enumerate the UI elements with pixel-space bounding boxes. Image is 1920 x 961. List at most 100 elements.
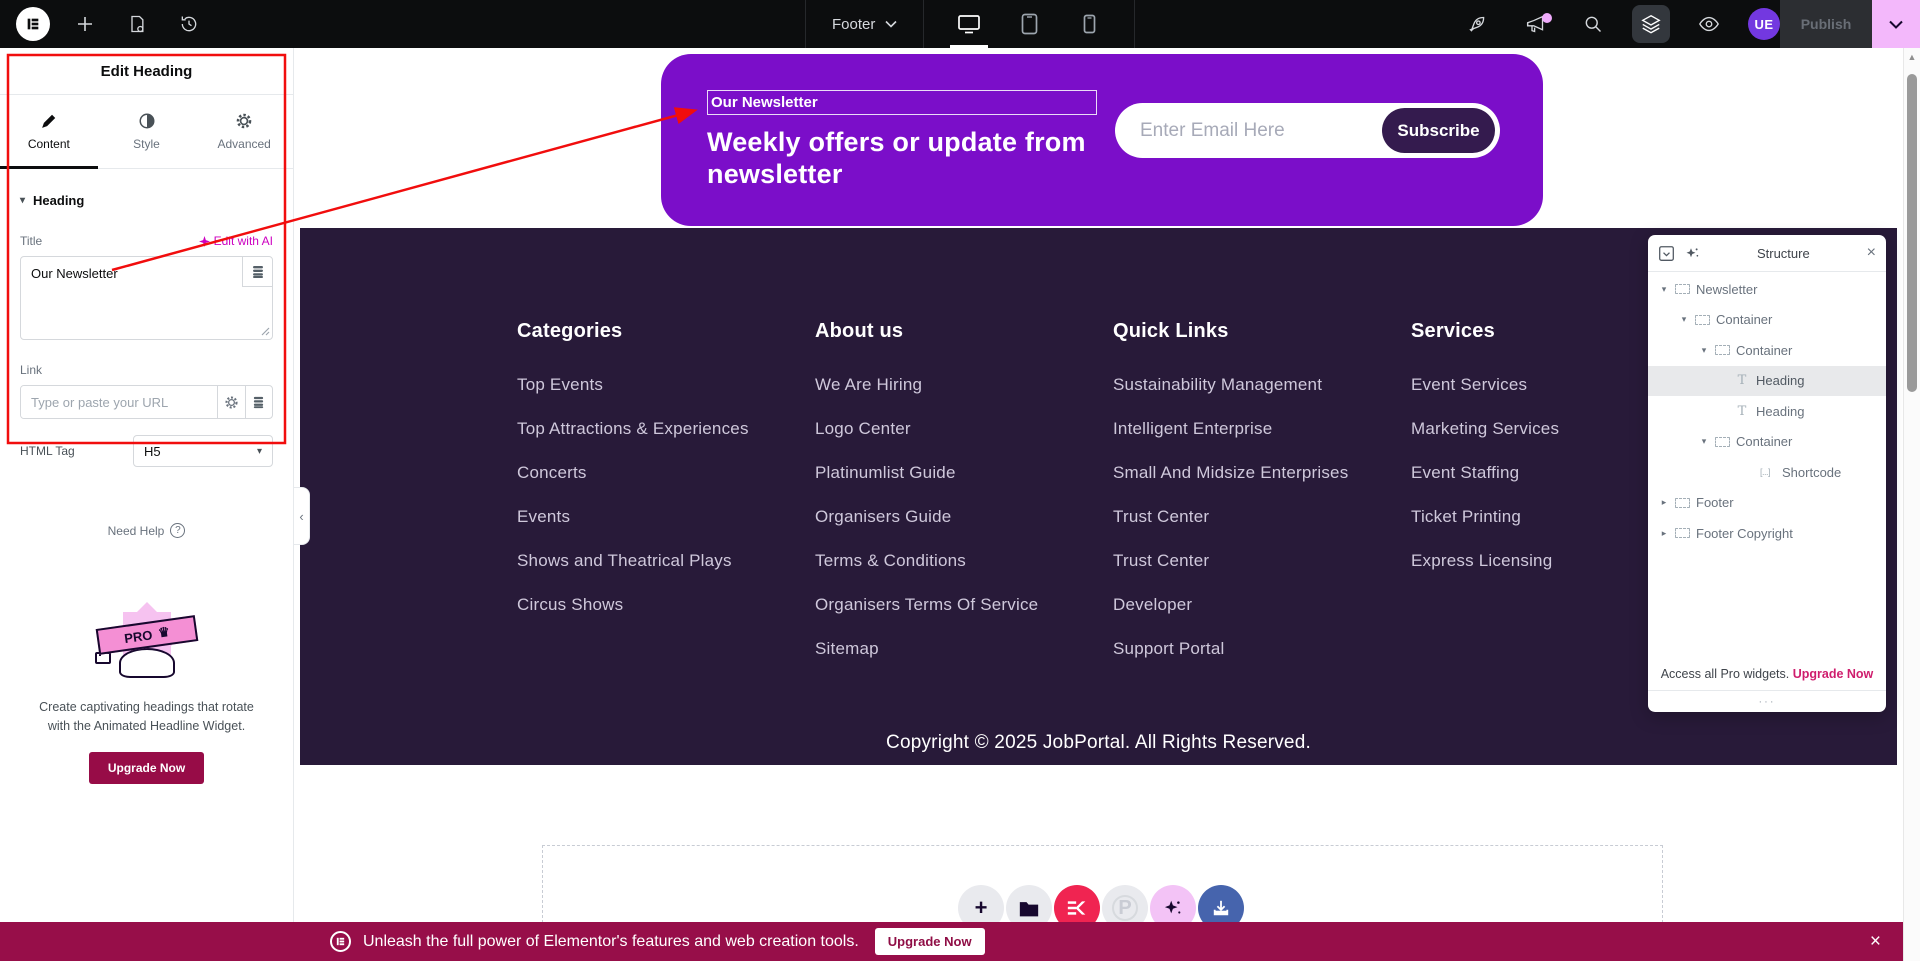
close-icon[interactable]: × bbox=[1867, 244, 1876, 262]
kit-logo-icon bbox=[1067, 900, 1087, 916]
selected-heading-widget[interactable]: Our Newsletter bbox=[707, 90, 1097, 115]
collapse-all-icon[interactable] bbox=[1658, 245, 1675, 262]
footer-link[interactable]: Trust Center bbox=[1113, 507, 1403, 527]
upgrade-banner: Unleash the full power of Elementor's fe… bbox=[0, 922, 1903, 961]
document-switcher[interactable]: Footer bbox=[805, 0, 924, 48]
add-widget-button[interactable]: + bbox=[958, 885, 1004, 922]
gear-icon bbox=[235, 112, 253, 130]
banner-upgrade-button[interactable]: Upgrade Now bbox=[875, 928, 985, 955]
footer-link[interactable]: Sitemap bbox=[815, 639, 1105, 659]
tree-item-footer-copyright[interactable]: ▸ Footer Copyright bbox=[1648, 518, 1886, 549]
mobile-device-button[interactable] bbox=[1072, 0, 1106, 48]
footer-link[interactable]: Logo Center bbox=[815, 419, 1105, 439]
caret-down-icon: ▾ bbox=[1656, 284, 1672, 295]
element-kits-button[interactable] bbox=[1054, 885, 1100, 922]
tree-item-footer[interactable]: ▸ Footer bbox=[1648, 488, 1886, 519]
subscribe-button[interactable]: Subscribe bbox=[1382, 108, 1495, 153]
link-options-gear-icon[interactable] bbox=[217, 386, 245, 418]
checklist-rocket-button[interactable] bbox=[1458, 5, 1496, 43]
footer-link[interactable]: Events bbox=[517, 507, 807, 527]
heading-icon: T bbox=[1732, 405, 1752, 418]
import-template-button[interactable] bbox=[1198, 885, 1244, 922]
desktop-device-button[interactable] bbox=[952, 0, 986, 48]
footer-link[interactable]: Concerts bbox=[517, 463, 807, 483]
crown-icon: ♛ bbox=[157, 624, 171, 641]
newsletter-large-heading[interactable]: Weekly offers or update from newsletter bbox=[707, 126, 1147, 190]
section-title: Heading bbox=[33, 193, 84, 208]
style-icon bbox=[138, 112, 156, 130]
footer-link[interactable]: We Are Hiring bbox=[815, 375, 1105, 395]
footer-link[interactable]: Support Portal bbox=[1113, 639, 1403, 659]
tree-item-container[interactable]: ▾ Container bbox=[1648, 427, 1886, 458]
add-template-folder-button[interactable] bbox=[1006, 885, 1052, 922]
scrollbar-thumb[interactable] bbox=[1907, 74, 1917, 392]
url-input[interactable] bbox=[21, 386, 217, 418]
structure-upgrade-link[interactable]: Upgrade Now bbox=[1793, 667, 1874, 681]
upgrade-now-button[interactable]: Upgrade Now bbox=[89, 752, 204, 784]
panel-title: Edit Heading bbox=[0, 48, 293, 95]
panel-resize-grip[interactable]: ··· bbox=[1648, 690, 1886, 712]
tree-item-newsletter[interactable]: ▾ Newsletter bbox=[1648, 274, 1886, 305]
tree-item-container[interactable]: ▾ Container bbox=[1648, 305, 1886, 336]
footer-link[interactable]: Platinumlist Guide bbox=[815, 463, 1105, 483]
caret-down-icon: ▾ bbox=[1696, 436, 1712, 447]
dynamic-tags-icon[interactable] bbox=[242, 257, 272, 287]
dynamic-tags-icon[interactable] bbox=[245, 386, 273, 418]
tab-content[interactable]: Content bbox=[0, 95, 98, 168]
pixels-library-button[interactable]: P bbox=[1102, 885, 1148, 922]
need-help-link[interactable]: Need Help ? bbox=[0, 523, 293, 538]
footer-link[interactable]: Terms & Conditions bbox=[815, 551, 1105, 571]
ai-generate-button[interactable] bbox=[1150, 885, 1196, 922]
title-input[interactable]: Our Newsletter bbox=[20, 256, 273, 340]
structure-panel-title: Structure bbox=[1710, 246, 1857, 261]
panel-collapse-button[interactable]: ‹ bbox=[294, 487, 310, 545]
html-tag-select[interactable]: H5 ▾ bbox=[133, 435, 273, 467]
user-avatar[interactable]: UE bbox=[1748, 8, 1780, 40]
footer-link[interactable]: Trust Center bbox=[1113, 551, 1403, 571]
footer-link[interactable]: Developer bbox=[1113, 595, 1403, 615]
footer-link[interactable]: Top Attractions & Experiences bbox=[517, 419, 807, 439]
ai-sparkle-icon[interactable] bbox=[1685, 246, 1700, 261]
newsletter-section[interactable]: Our Newsletter Weekly offers or update f… bbox=[661, 54, 1543, 226]
publish-options-button[interactable] bbox=[1872, 0, 1920, 48]
footer-link[interactable]: Organisers Terms Of Service bbox=[815, 595, 1105, 615]
caret-right-icon: ▸ bbox=[1656, 497, 1672, 508]
finder-search-button[interactable] bbox=[1574, 5, 1612, 43]
footer-link[interactable]: Organisers Guide bbox=[815, 507, 1105, 527]
publish-button[interactable]: Publish bbox=[1780, 0, 1872, 48]
close-icon[interactable]: × bbox=[1870, 931, 1881, 953]
resize-handle-icon[interactable] bbox=[261, 323, 270, 341]
pro-promo: PRO♛ Create captivating headings that ro… bbox=[0, 604, 293, 784]
history-button[interactable] bbox=[170, 5, 208, 43]
scroll-up-arrow[interactable]: ▲ bbox=[1904, 52, 1920, 62]
footer-link[interactable]: Small And Midsize Enterprises bbox=[1113, 463, 1403, 483]
tab-style[interactable]: Style bbox=[98, 95, 196, 168]
elementor-logo-icon bbox=[16, 7, 50, 41]
structure-button[interactable] bbox=[1632, 5, 1670, 43]
rocket-icon bbox=[1467, 14, 1488, 35]
tree-item-container[interactable]: ▾ Container bbox=[1648, 335, 1886, 366]
preview-button[interactable] bbox=[1690, 5, 1728, 43]
footer-column-quick-links: Quick Links Sustainability Management In… bbox=[1113, 320, 1403, 683]
tree-item-heading-selected[interactable]: T Heading bbox=[1648, 366, 1886, 397]
footer-link[interactable]: Sustainability Management bbox=[1113, 375, 1403, 395]
heading-section-toggle[interactable]: ▾ Heading bbox=[20, 193, 273, 208]
footer-link[interactable]: Circus Shows bbox=[517, 595, 807, 615]
vertical-scrollbar[interactable]: ▲ bbox=[1903, 48, 1920, 961]
footer-column-title: Categories bbox=[517, 320, 807, 343]
tree-item-shortcode[interactable]: [...] Shortcode bbox=[1648, 457, 1886, 488]
whats-new-button[interactable] bbox=[1516, 5, 1554, 43]
page-settings-button[interactable] bbox=[118, 5, 156, 43]
footer-link[interactable]: Top Events bbox=[517, 375, 807, 395]
footer-column-title: Quick Links bbox=[1113, 320, 1403, 343]
tab-advanced[interactable]: Advanced bbox=[195, 95, 293, 168]
tablet-device-button[interactable] bbox=[1012, 0, 1046, 48]
add-element-button[interactable] bbox=[66, 5, 104, 43]
shortcode-icon: [...] bbox=[1752, 467, 1778, 477]
footer-link[interactable]: Intelligent Enterprise bbox=[1113, 419, 1403, 439]
notification-dot bbox=[1542, 13, 1552, 23]
elementor-menu-button[interactable] bbox=[14, 5, 52, 43]
footer-link[interactable]: Shows and Theatrical Plays bbox=[517, 551, 807, 571]
tree-item-heading[interactable]: T Heading bbox=[1648, 396, 1886, 427]
edit-with-ai-link[interactable]: Edit with AI bbox=[199, 234, 273, 248]
